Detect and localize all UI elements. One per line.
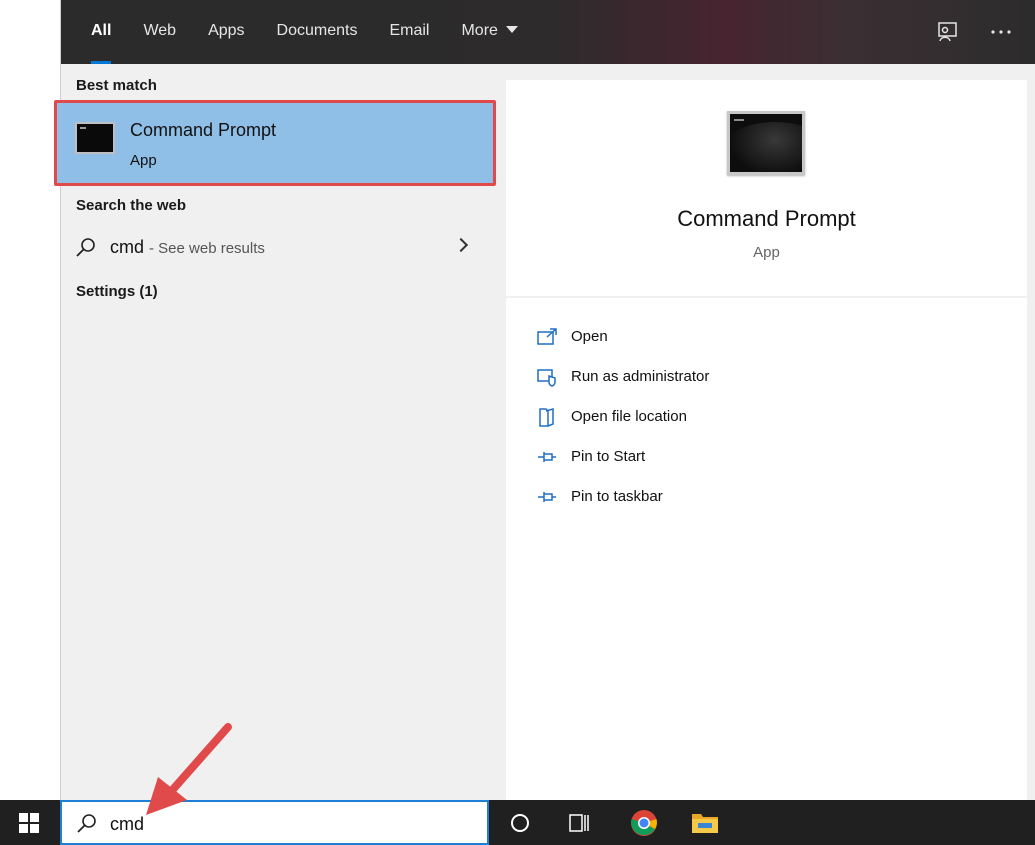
tab-documents-label: Documents	[276, 22, 358, 39]
tab-all[interactable]: All	[75, 0, 127, 64]
tab-more[interactable]: More	[445, 0, 533, 64]
search-icon	[76, 238, 95, 257]
chrome-icon[interactable]	[629, 808, 659, 838]
action-open[interactable]: Open	[536, 324, 936, 354]
action-open-file-location-label: Open file location	[571, 408, 687, 425]
tab-email[interactable]: Email	[373, 0, 445, 64]
more-options-icon[interactable]	[987, 18, 1015, 46]
taskbar: cmd	[0, 800, 1035, 845]
pin-icon	[538, 452, 556, 462]
action-pin-to-taskbar[interactable]: Pin to taskbar	[536, 484, 936, 514]
search-input-value: cmd	[110, 814, 145, 834]
settings-heading[interactable]: Settings (1)	[76, 283, 158, 300]
preview-header: Command Prompt App	[506, 80, 1027, 298]
tab-apps[interactable]: Apps	[192, 0, 260, 64]
tab-apps-label: Apps	[208, 22, 245, 39]
action-open-file-location[interactable]: Open file location	[536, 404, 936, 434]
desktop-background	[0, 0, 60, 800]
action-run-as-admin[interactable]: Run as administrator	[536, 364, 936, 394]
file-explorer-icon[interactable]	[690, 808, 720, 838]
preview-pane: Command Prompt App Open Run as administr…	[506, 80, 1027, 800]
action-pin-to-start[interactable]: Pin to Start	[536, 444, 936, 474]
tab-documents[interactable]: Documents	[261, 0, 374, 64]
web-result-query: cmd	[110, 237, 145, 257]
filter-tabs: All Web Apps Documents Email More	[75, 0, 534, 64]
tab-email-label: Email	[389, 22, 430, 39]
tab-web-label: Web	[143, 22, 177, 39]
caret-down-icon	[505, 26, 518, 33]
taskbar-search-input[interactable]: cmd	[60, 800, 489, 845]
windows-start-icon	[19, 813, 39, 833]
best-match-heading: Best match	[76, 77, 157, 94]
search-filter-bar: All Web Apps Documents Email More	[61, 0, 1035, 64]
web-search-result[interactable]: cmd - See web results	[60, 228, 490, 268]
tab-web[interactable]: Web	[127, 0, 192, 64]
tab-more-label: More	[461, 22, 498, 39]
command-prompt-app-icon	[727, 111, 805, 175]
feedback-icon[interactable]	[934, 18, 962, 46]
action-run-as-admin-label: Run as administrator	[571, 368, 710, 385]
action-pin-to-start-label: Pin to Start	[571, 448, 646, 465]
tab-all-label: All	[91, 22, 112, 39]
chevron-right-icon	[453, 237, 469, 253]
search-web-heading: Search the web	[76, 197, 187, 214]
start-button[interactable]	[0, 800, 60, 845]
search-icon	[77, 814, 96, 833]
cortana-icon[interactable]	[505, 808, 535, 838]
preview-subtitle: App	[753, 244, 780, 261]
open-icon	[537, 328, 557, 345]
file-location-icon	[539, 408, 554, 427]
annotation-highlight-box	[54, 100, 496, 186]
web-result-hint: - See web results	[149, 240, 265, 257]
run-as-admin-icon	[537, 369, 556, 387]
preview-title: Command Prompt	[677, 206, 856, 231]
action-open-label: Open	[571, 328, 608, 345]
task-view-icon[interactable]	[564, 808, 594, 838]
pin-icon	[538, 492, 556, 502]
action-pin-to-taskbar-label: Pin to taskbar	[571, 488, 663, 505]
